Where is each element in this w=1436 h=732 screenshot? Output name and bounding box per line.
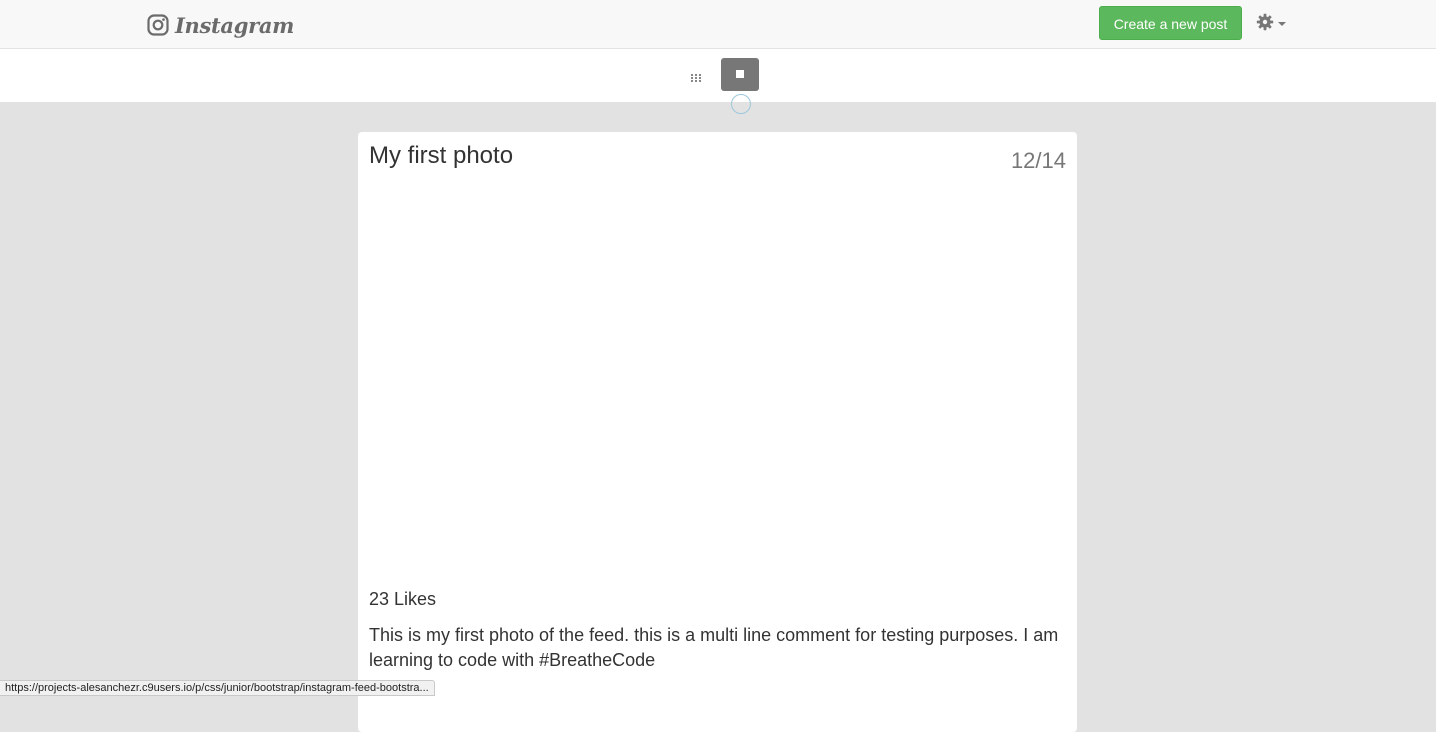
post-comment: This is my first photo of the feed. this…: [369, 625, 1059, 670]
single-view-button[interactable]: [721, 58, 759, 91]
post-card: My first photo 12/14 23 Likes This is my…: [358, 132, 1077, 732]
create-post-button[interactable]: Create a new post: [1099, 6, 1242, 40]
post-title: My first photo: [369, 142, 514, 169]
grid-view-icon[interactable]: [690, 69, 702, 82]
focus-ring: [731, 94, 751, 114]
link-preview-status-bar: https://projects-alesanchezr.c9users.io/…: [0, 680, 435, 696]
gear-icon: [1256, 13, 1274, 35]
likes-count: 23 Likes: [369, 589, 437, 609]
settings-dropdown[interactable]: [1256, 13, 1290, 35]
top-navbar: Instagram Create a new post: [0, 0, 1436, 49]
post-date: 12/14: [1010, 148, 1066, 173]
chevron-down-icon: [1278, 22, 1286, 26]
single-view-icon: [736, 70, 744, 78]
view-toggle-bar: [0, 49, 1436, 102]
brand-logo[interactable]: Instagram: [147, 12, 294, 38]
post-image[interactable]: [358, 182, 1077, 582]
instagram-camera-icon: [147, 14, 169, 36]
brand-name: Instagram: [175, 12, 295, 38]
